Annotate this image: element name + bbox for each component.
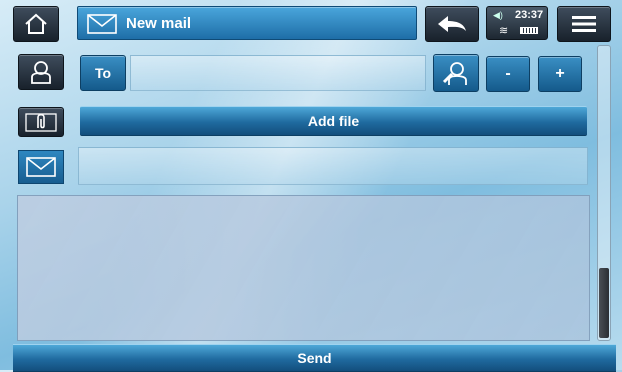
minus-label: - <box>505 65 511 82</box>
message-body-input[interactable] <box>17 195 590 341</box>
add-file-button[interactable]: Add file <box>80 106 587 136</box>
plus-label: + <box>555 65 565 82</box>
paperclip-icon <box>25 113 57 132</box>
scrollbar-thumb[interactable] <box>599 268 609 338</box>
search-contact-button[interactable] <box>433 54 479 92</box>
title-bar: New mail <box>77 6 417 40</box>
volume-icon: ◀) <box>493 10 503 20</box>
back-button[interactable] <box>425 6 479 42</box>
subject-icon-box <box>18 150 64 184</box>
to-input[interactable] <box>130 55 426 91</box>
envelope-icon <box>87 14 117 34</box>
subject-input[interactable] <box>78 147 588 185</box>
add-recipient-button[interactable]: + <box>538 56 582 92</box>
status-panel: ◀) 23:37 ≋ <box>486 6 548 40</box>
search-contact-icon <box>442 62 467 85</box>
to-label-button[interactable]: To <box>80 55 126 91</box>
contact-icon <box>31 61 51 84</box>
envelope-icon <box>26 157 56 177</box>
to-label: To <box>94 65 112 81</box>
home-icon <box>25 13 47 34</box>
send-label: Send <box>297 350 332 366</box>
battery-icon <box>520 27 538 34</box>
scrollbar-track[interactable] <box>597 45 611 341</box>
send-button[interactable]: Send <box>13 344 616 372</box>
menu-icon <box>572 16 596 32</box>
remove-recipient-button[interactable]: - <box>486 56 530 92</box>
home-button[interactable] <box>13 6 59 42</box>
menu-button[interactable] <box>557 6 611 42</box>
add-file-label: Add file <box>307 113 360 129</box>
wifi-icon: ≋ <box>499 25 509 37</box>
page-title: New mail <box>126 15 192 32</box>
contact-button[interactable] <box>18 54 64 90</box>
attachment-button[interactable] <box>18 107 64 137</box>
status-time: 23:37 <box>515 9 544 21</box>
back-arrow-icon <box>438 16 466 32</box>
